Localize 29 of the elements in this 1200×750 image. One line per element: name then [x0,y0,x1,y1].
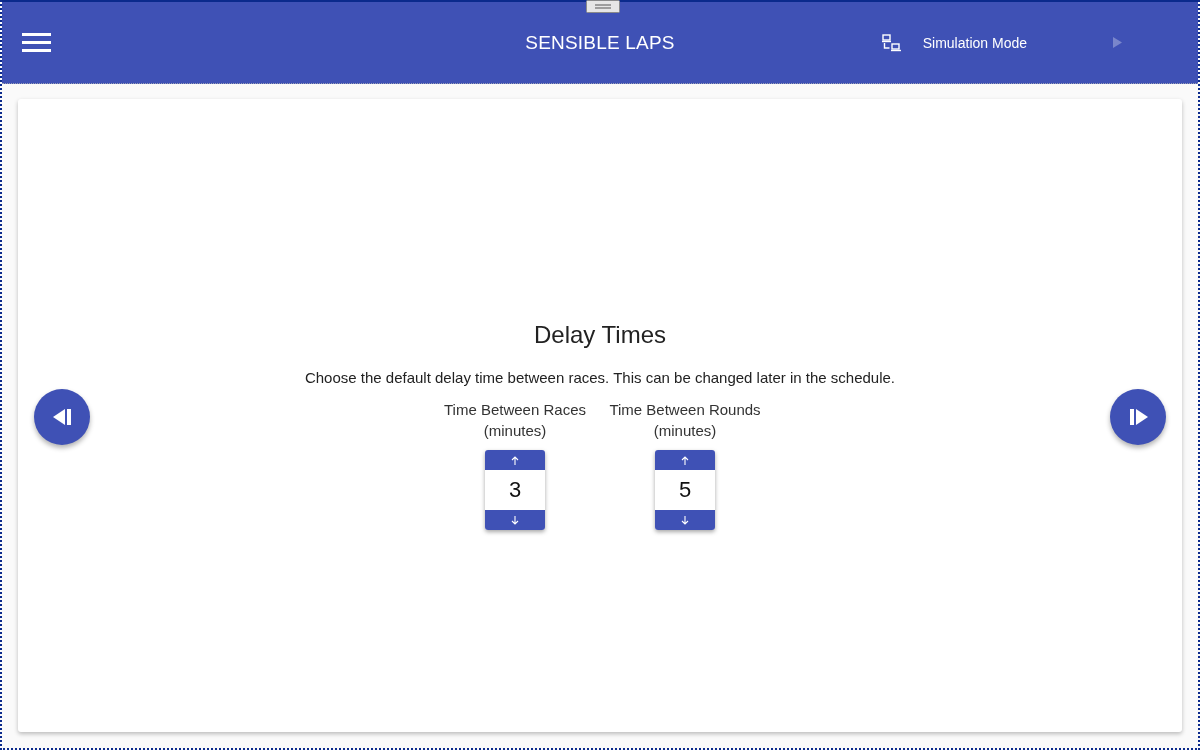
grip-handle-icon[interactable] [586,0,620,13]
app-title: SENSIBLE LAPS [525,31,675,54]
play-icon [1113,37,1122,48]
field-label: Time Between Races [444,400,586,420]
computers-icon [881,33,901,52]
increment-button[interactable] [485,450,545,470]
skip-back-icon [52,407,72,426]
arrow-up-icon [681,455,689,465]
value-field[interactable]: 3 [485,470,545,510]
unit-label: (minutes) [483,421,547,441]
value-field[interactable]: 5 [655,470,715,510]
previous-button[interactable] [34,388,90,445]
field-label: Time Between Rounds [609,400,761,420]
step-title: Delay Times [533,321,666,349]
step-description: Choose the default delay time between races. This can be changed later in the schedule. [304,369,896,386]
next-button[interactable] [1110,388,1166,445]
number-spinner[interactable]: 3 [485,450,545,530]
number-spinner[interactable]: 5 [655,450,715,530]
increment-button[interactable] [655,450,715,470]
arrow-down-icon [681,515,689,525]
simulation-mode-button[interactable]: Simulation Mode [881,33,1027,52]
decrement-button[interactable] [485,510,545,530]
menu-icon [22,33,51,52]
skip-forward-icon [1128,407,1148,426]
menu-button[interactable] [22,33,51,52]
decrement-button[interactable] [655,510,715,530]
arrow-up-icon [511,455,519,465]
unit-label: (minutes) [653,421,717,441]
arrow-down-icon [511,515,519,525]
